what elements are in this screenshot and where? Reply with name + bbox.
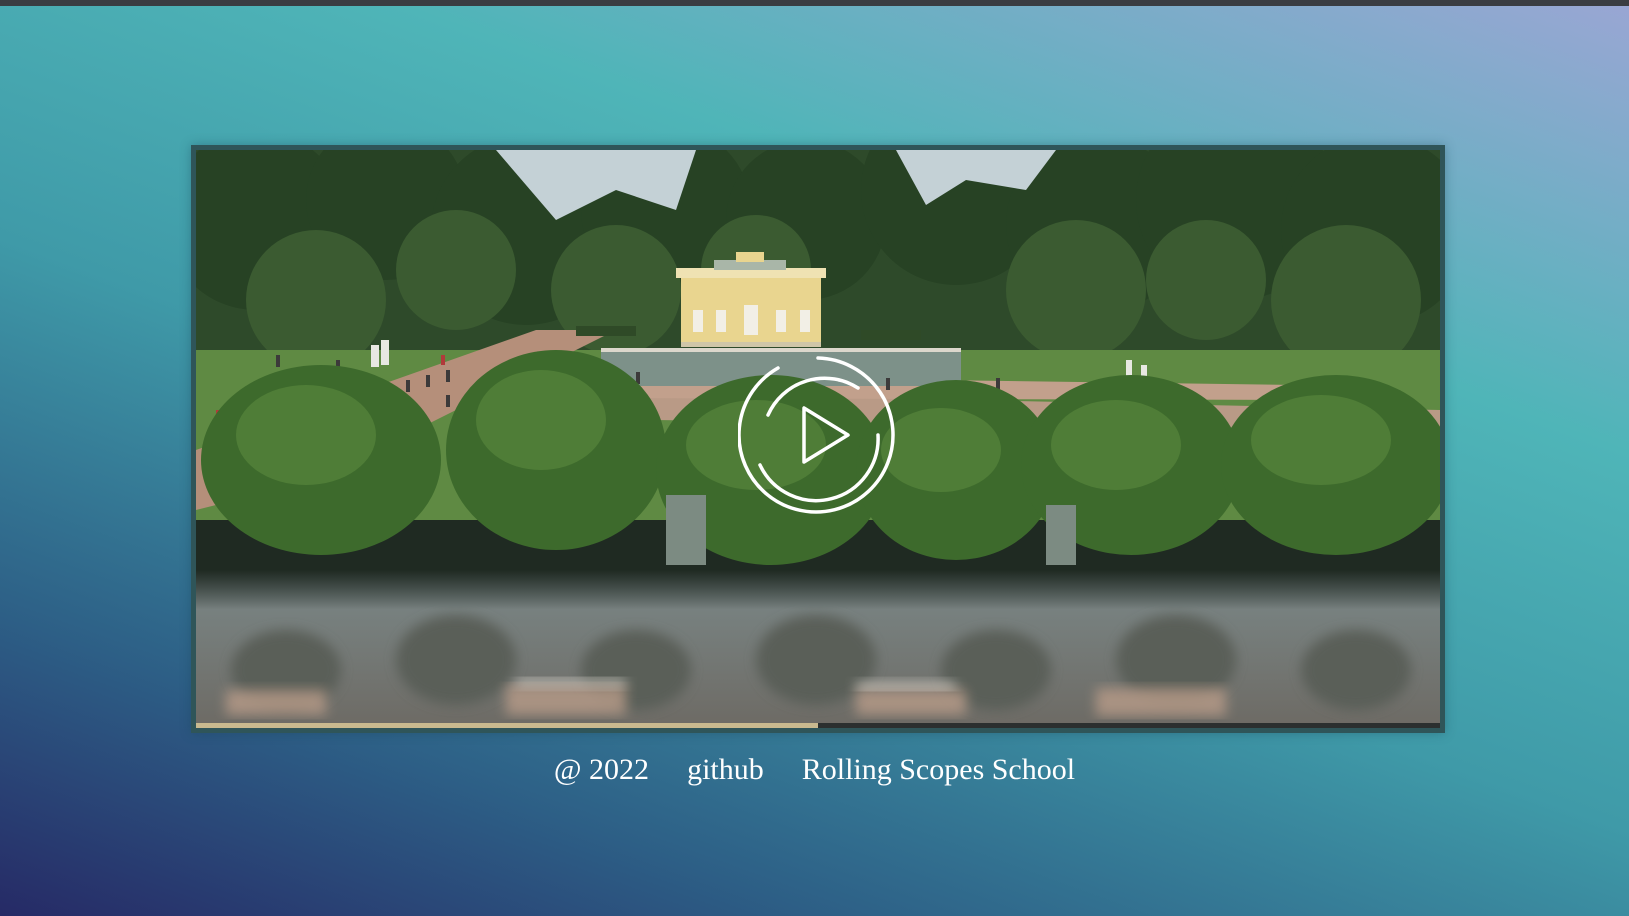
github-link[interactable]: github bbox=[687, 753, 764, 787]
progress-bar[interactable] bbox=[196, 723, 1440, 728]
progress-fill bbox=[196, 723, 818, 728]
copyright-year: @ 2022 bbox=[553, 753, 650, 786]
play-icon bbox=[737, 356, 895, 514]
footer: @ 2022 github Rolling Scopes School bbox=[0, 750, 1629, 790]
video-player[interactable] bbox=[191, 145, 1445, 733]
play-button[interactable] bbox=[737, 355, 898, 515]
rolling-scopes-school-link[interactable]: Rolling Scopes School bbox=[802, 753, 1075, 787]
top-strip bbox=[0, 0, 1629, 6]
